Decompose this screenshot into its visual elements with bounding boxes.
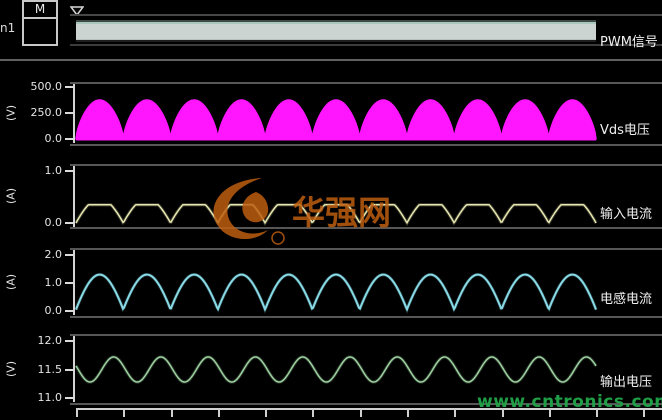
- time-axis-tick: [265, 409, 267, 417]
- y-axis-iin: [73, 166, 75, 227]
- panel-border-iin: [70, 227, 662, 229]
- y-tick-mark: [65, 222, 74, 224]
- pwm-channel-label: PWM信号: [600, 31, 662, 50]
- y-tick-mark: [65, 310, 74, 312]
- time-axis-tick: [312, 409, 314, 417]
- time-axis-tick: [407, 409, 409, 417]
- y-tick-label: 2.0: [14, 248, 62, 261]
- y-tick-mark: [65, 86, 74, 88]
- channel-mode-label: M: [24, 2, 56, 19]
- y-tick-label: 1.0: [14, 276, 62, 289]
- time-axis-tick: [360, 409, 362, 417]
- panel-border-vds: [70, 144, 662, 146]
- oscilloscope-screen: M n1 PWM信号 华强网 www.cntronics.com (V)500.…: [0, 0, 662, 420]
- y-tick-mark: [65, 340, 74, 342]
- y-tick-label: 500.0: [14, 80, 62, 93]
- divider: [70, 44, 662, 46]
- y-tick-mark: [65, 369, 74, 371]
- y-axis-unit-iin: (A): [5, 188, 18, 204]
- y-tick-mark: [65, 254, 74, 256]
- y-tick-mark: [65, 282, 74, 284]
- y-tick-label: 11.5: [14, 363, 62, 376]
- waveform-vds: [76, 84, 596, 142]
- time-axis-tick: [218, 409, 220, 417]
- time-axis-tick: [454, 409, 456, 417]
- channel-label-iin: 输入电流: [600, 203, 662, 222]
- y-tick-label: 0.0: [14, 304, 62, 317]
- time-axis-tick: [123, 409, 125, 417]
- divider: [0, 59, 662, 61]
- waveform-iin: [76, 166, 596, 226]
- y-tick-label: 1.0: [14, 164, 62, 177]
- waveform-il: [76, 250, 596, 314]
- y-tick-mark: [65, 397, 74, 399]
- channel-label-il: 电感电流: [600, 288, 662, 307]
- watermark-site-url: www.cntronics.com: [477, 392, 662, 412]
- y-tick-label: 11.0: [14, 391, 62, 404]
- panel-border-il: [70, 316, 662, 318]
- channel-label-vout: 输出电压: [600, 371, 662, 390]
- channel-label-vds: Vds电压: [600, 119, 662, 138]
- time-axis-tick: [76, 409, 78, 417]
- pwm-signal-band: [76, 20, 596, 42]
- y-tick-label: 250.0: [14, 106, 62, 119]
- y-tick-label: 12.0: [14, 334, 62, 347]
- y-tick-label: 0.0: [14, 132, 62, 145]
- y-tick-mark: [65, 170, 74, 172]
- y-tick-mark: [65, 138, 74, 140]
- divider: [70, 14, 662, 16]
- y-tick-mark: [65, 112, 74, 114]
- channel-mode-box[interactable]: M: [22, 0, 58, 46]
- time-axis-tick: [171, 409, 173, 417]
- y-tick-label: 0.0: [14, 216, 62, 229]
- channel-name-label: n1: [0, 21, 15, 35]
